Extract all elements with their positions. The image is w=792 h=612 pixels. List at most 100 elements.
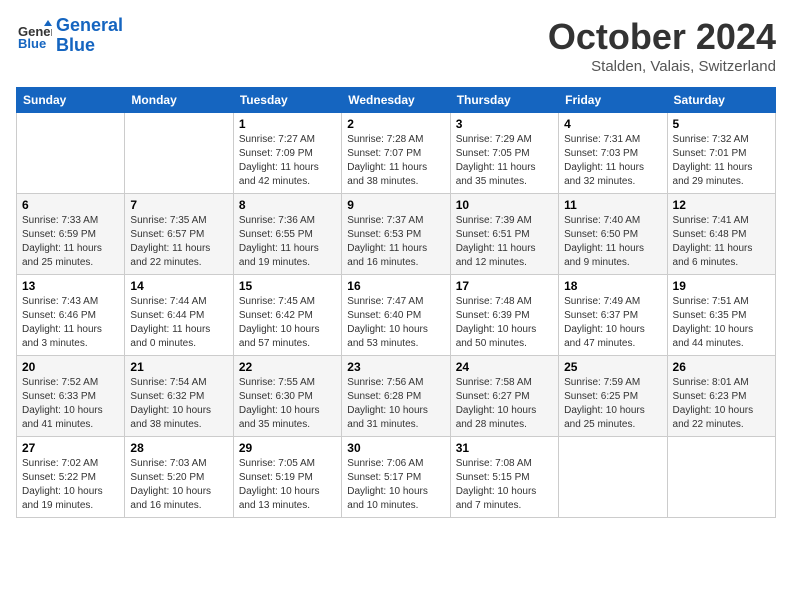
day-info: Sunrise: 7:59 AM Sunset: 6:25 PM Dayligh… xyxy=(564,376,661,432)
svg-text:Blue: Blue xyxy=(18,36,46,51)
week-row-3: 13 Sunrise: 7:43 AM Sunset: 6:46 PM Dayli… xyxy=(17,275,776,356)
week-row-2: 6 Sunrise: 7:33 AM Sunset: 6:59 PM Daylig… xyxy=(17,194,776,275)
col-header-saturday: Saturday xyxy=(667,88,775,113)
day-cell: 30Sunrise: 7:06 AM Sunset: 5:17 PM Dayli… xyxy=(342,437,450,518)
day-info: Sunrise: 7:32 AM Sunset: 7:01 PM Dayligh… xyxy=(673,133,770,189)
week-row-5: 27 Sunrise: 7:02 AM Sunset: 5:22 PM Dayli… xyxy=(17,437,776,518)
day-cell: 15Sunrise: 7:45 AM Sunset: 6:42 PM Dayli… xyxy=(233,275,341,356)
day-info: Sunrise: 8:01 AM Sunset: 6:23 PM Dayligh… xyxy=(673,376,770,432)
day-info: Sunrise: 7:02 AM Sunset: 5:22 PM Dayligh… xyxy=(22,457,119,513)
day-number: 26 xyxy=(673,360,770,374)
day-number: 19 xyxy=(673,279,770,293)
day-info: Sunrise: 7:48 AM Sunset: 6:39 PM Dayligh… xyxy=(456,295,553,351)
day-cell: 11Sunrise: 7:40 AM Sunset: 6:50 PM Dayli… xyxy=(559,194,667,275)
day-cell: 4 Sunrise: 7:31 AM Sunset: 7:03 PM Daylig… xyxy=(559,113,667,194)
day-cell: 8 Sunrise: 7:36 AM Sunset: 6:55 PM Daylig… xyxy=(233,194,341,275)
day-cell: 25Sunrise: 7:59 AM Sunset: 6:25 PM Dayli… xyxy=(559,356,667,437)
day-cell: 16 Sunrise: 7:47 AM Sunset: 6:40 PM Dayli… xyxy=(342,275,450,356)
day-cell: 18 Sunrise: 7:49 AM Sunset: 6:37 PM Dayli… xyxy=(559,275,667,356)
day-info: Sunrise: 7:36 AM Sunset: 6:55 PM Dayligh… xyxy=(239,214,336,270)
day-cell: 14 Sunrise: 7:44 AM Sunset: 6:44 PM Dayli… xyxy=(125,275,233,356)
day-info: Sunrise: 7:37 AM Sunset: 6:53 PM Dayligh… xyxy=(347,214,444,270)
logo: General Blue GeneralBlue xyxy=(16,16,123,56)
day-info: Sunrise: 7:52 AM Sunset: 6:33 PM Dayligh… xyxy=(22,376,119,432)
day-info: Sunrise: 7:33 AM Sunset: 6:59 PM Dayligh… xyxy=(22,214,119,270)
day-info: Sunrise: 7:58 AM Sunset: 6:27 PM Dayligh… xyxy=(456,376,553,432)
day-cell xyxy=(559,437,667,518)
day-number: 9 xyxy=(347,198,444,212)
day-cell: 17 Sunrise: 7:48 AM Sunset: 6:39 PM Dayli… xyxy=(450,275,558,356)
day-info: Sunrise: 7:35 AM Sunset: 6:57 PM Dayligh… xyxy=(130,214,227,270)
week-row-4: 20 Sunrise: 7:52 AM Sunset: 6:33 PM Dayli… xyxy=(17,356,776,437)
day-cell: 20 Sunrise: 7:52 AM Sunset: 6:33 PM Dayli… xyxy=(17,356,125,437)
day-cell: 24 Sunrise: 7:58 AM Sunset: 6:27 PM Dayli… xyxy=(450,356,558,437)
day-number: 27 xyxy=(22,441,119,455)
day-number: 14 xyxy=(130,279,227,293)
day-number: 11 xyxy=(564,198,661,212)
day-cell xyxy=(17,113,125,194)
day-cell: 22Sunrise: 7:55 AM Sunset: 6:30 PM Dayli… xyxy=(233,356,341,437)
col-header-thursday: Thursday xyxy=(450,88,558,113)
day-number: 1 xyxy=(239,117,336,131)
month-title: October 2024 xyxy=(548,16,776,58)
day-number: 16 xyxy=(347,279,444,293)
day-number: 8 xyxy=(239,198,336,212)
day-cell: 23Sunrise: 7:56 AM Sunset: 6:28 PM Dayli… xyxy=(342,356,450,437)
day-number: 29 xyxy=(239,441,336,455)
day-number: 21 xyxy=(130,360,227,374)
day-cell: 10Sunrise: 7:39 AM Sunset: 6:51 PM Dayli… xyxy=(450,194,558,275)
day-number: 18 xyxy=(564,279,661,293)
day-number: 20 xyxy=(22,360,119,374)
day-info: Sunrise: 7:49 AM Sunset: 6:37 PM Dayligh… xyxy=(564,295,661,351)
day-cell: 19Sunrise: 7:51 AM Sunset: 6:35 PM Dayli… xyxy=(667,275,775,356)
day-cell: 7 Sunrise: 7:35 AM Sunset: 6:57 PM Daylig… xyxy=(125,194,233,275)
location: Stalden, Valais, Switzerland xyxy=(548,58,776,75)
week-row-1: 1 Sunrise: 7:27 AM Sunset: 7:09 PM Daylig… xyxy=(17,113,776,194)
day-cell: 9 Sunrise: 7:37 AM Sunset: 6:53 PM Daylig… xyxy=(342,194,450,275)
page-header: General Blue GeneralBlue October 2024 St… xyxy=(16,16,776,75)
day-info: Sunrise: 7:05 AM Sunset: 5:19 PM Dayligh… xyxy=(239,457,336,513)
day-info: Sunrise: 7:08 AM Sunset: 5:15 PM Dayligh… xyxy=(456,457,553,513)
day-cell: 1 Sunrise: 7:27 AM Sunset: 7:09 PM Daylig… xyxy=(233,113,341,194)
day-info: Sunrise: 7:41 AM Sunset: 6:48 PM Dayligh… xyxy=(673,214,770,270)
day-number: 7 xyxy=(130,198,227,212)
logo-text: GeneralBlue xyxy=(56,16,123,56)
day-cell: 21 Sunrise: 7:54 AM Sunset: 6:32 PM Dayli… xyxy=(125,356,233,437)
day-number: 24 xyxy=(456,360,553,374)
title-block: October 2024 Stalden, Valais, Switzerlan… xyxy=(548,16,776,75)
day-number: 12 xyxy=(673,198,770,212)
day-number: 5 xyxy=(673,117,770,131)
day-cell xyxy=(667,437,775,518)
day-number: 28 xyxy=(130,441,227,455)
day-cell xyxy=(125,113,233,194)
col-header-sunday: Sunday xyxy=(17,88,125,113)
day-number: 3 xyxy=(456,117,553,131)
day-cell: 3Sunrise: 7:29 AM Sunset: 7:05 PM Daylig… xyxy=(450,113,558,194)
logo-icon: General Blue xyxy=(16,18,52,54)
day-number: 10 xyxy=(456,198,553,212)
day-cell: 6 Sunrise: 7:33 AM Sunset: 6:59 PM Daylig… xyxy=(17,194,125,275)
header-row: SundayMondayTuesdayWednesdayThursdayFrid… xyxy=(17,88,776,113)
day-info: Sunrise: 7:31 AM Sunset: 7:03 PM Dayligh… xyxy=(564,133,661,189)
day-number: 22 xyxy=(239,360,336,374)
day-cell: 12 Sunrise: 7:41 AM Sunset: 6:48 PM Dayli… xyxy=(667,194,775,275)
day-info: Sunrise: 7:44 AM Sunset: 6:44 PM Dayligh… xyxy=(130,295,227,351)
day-cell: 29 Sunrise: 7:05 AM Sunset: 5:19 PM Dayli… xyxy=(233,437,341,518)
col-header-tuesday: Tuesday xyxy=(233,88,341,113)
day-info: Sunrise: 7:45 AM Sunset: 6:42 PM Dayligh… xyxy=(239,295,336,351)
day-number: 17 xyxy=(456,279,553,293)
day-number: 4 xyxy=(564,117,661,131)
day-number: 6 xyxy=(22,198,119,212)
day-number: 2 xyxy=(347,117,444,131)
day-info: Sunrise: 7:27 AM Sunset: 7:09 PM Dayligh… xyxy=(239,133,336,189)
day-cell: 28Sunrise: 7:03 AM Sunset: 5:20 PM Dayli… xyxy=(125,437,233,518)
day-number: 13 xyxy=(22,279,119,293)
day-cell: 13 Sunrise: 7:43 AM Sunset: 6:46 PM Dayli… xyxy=(17,275,125,356)
day-info: Sunrise: 7:43 AM Sunset: 6:46 PM Dayligh… xyxy=(22,295,119,351)
col-header-monday: Monday xyxy=(125,88,233,113)
day-number: 31 xyxy=(456,441,553,455)
day-info: Sunrise: 7:54 AM Sunset: 6:32 PM Dayligh… xyxy=(130,376,227,432)
day-info: Sunrise: 7:47 AM Sunset: 6:40 PM Dayligh… xyxy=(347,295,444,351)
day-number: 23 xyxy=(347,360,444,374)
col-header-wednesday: Wednesday xyxy=(342,88,450,113)
